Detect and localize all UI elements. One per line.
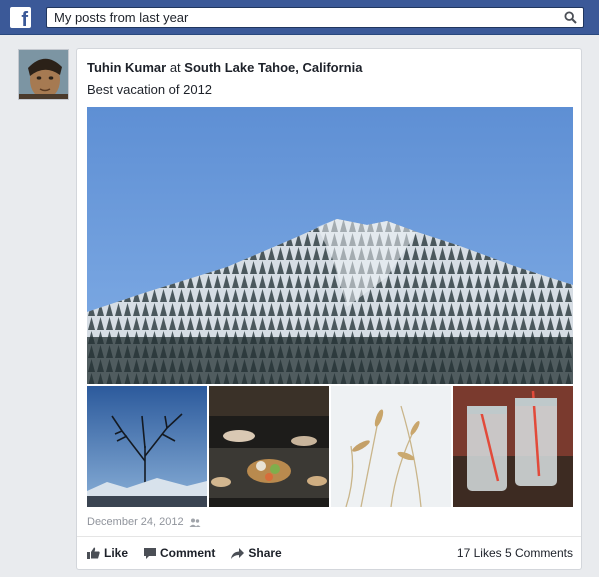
at-word: at — [169, 60, 181, 75]
like-button[interactable]: Like — [87, 546, 128, 560]
comments-count[interactable]: 5 Comments — [505, 546, 573, 560]
post-meta: December 24, 2012 — [87, 516, 201, 528]
divider — [77, 536, 581, 537]
comment-icon — [144, 547, 157, 559]
search-box[interactable] — [46, 7, 584, 28]
likes-count[interactable]: 17 Likes — [457, 546, 502, 560]
location-link[interactable]: South Lake Tahoe, California — [184, 60, 362, 75]
main-photo[interactable] — [87, 107, 573, 384]
friends-icon[interactable] — [189, 518, 201, 527]
comment-button[interactable]: Comment — [144, 546, 215, 560]
photo-thumbnails — [87, 386, 573, 507]
thumbnail-grass[interactable] — [331, 386, 451, 507]
post-caption: Best vacation of 2012 — [87, 82, 213, 97]
share-label: Share — [248, 546, 282, 560]
post-card: Tuhin Kumar at South Lake Tahoe, Califor… — [76, 48, 582, 570]
avatar[interactable] — [18, 49, 69, 100]
engagement-stats: 17 Likes 5 Comments — [457, 546, 573, 560]
thumbnail-food[interactable] — [209, 386, 329, 507]
facebook-logo-icon[interactable]: f — [10, 7, 31, 31]
like-label: Like — [104, 546, 129, 560]
search-icon[interactable] — [564, 11, 577, 24]
action-bar: Like Comment Share — [87, 546, 298, 560]
top-bar: f — [0, 0, 599, 35]
post-header: Tuhin Kumar at South Lake Tahoe, Califor… — [87, 60, 362, 75]
thumbnail-tree[interactable] — [87, 386, 207, 507]
share-arrow-icon — [231, 547, 245, 559]
thumbs-up-icon — [87, 547, 100, 559]
logo-letter: f — [21, 9, 28, 31]
author-name[interactable]: Tuhin Kumar — [87, 60, 166, 75]
thumbnail-jars[interactable] — [453, 386, 573, 507]
post-date[interactable]: December 24, 2012 — [87, 516, 184, 528]
share-button[interactable]: Share — [231, 546, 282, 560]
comment-label: Comment — [160, 546, 216, 560]
search-input[interactable] — [47, 8, 557, 27]
